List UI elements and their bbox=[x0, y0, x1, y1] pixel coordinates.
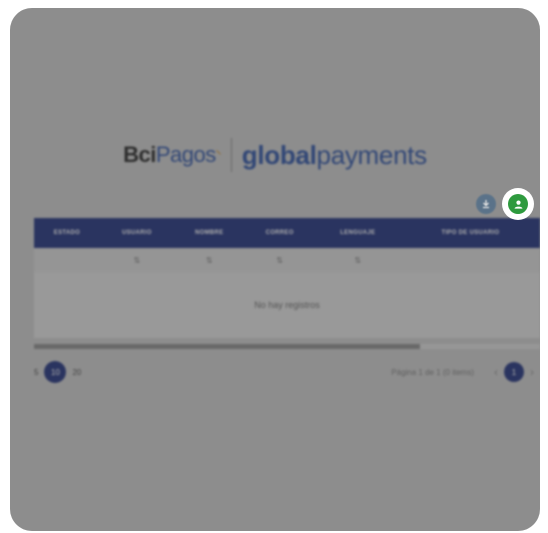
column-header-lenguaje[interactable]: LENGUAJE bbox=[315, 218, 401, 248]
column-header-correo[interactable]: CORREO bbox=[245, 218, 315, 248]
table-actions bbox=[476, 188, 534, 220]
empty-row: No hay registros bbox=[34, 272, 540, 338]
next-page-button[interactable]: › bbox=[530, 365, 534, 379]
column-header-nombre[interactable]: NOMBRE bbox=[174, 218, 245, 248]
page-size-20[interactable]: 20 bbox=[72, 368, 81, 377]
filter-cell[interactable] bbox=[34, 248, 100, 272]
highlight-spot bbox=[502, 188, 534, 220]
brand-logos: BciPagos⸜ globalpayments bbox=[10, 138, 540, 172]
prev-page-button[interactable]: ‹ bbox=[494, 365, 498, 379]
logo-divider bbox=[230, 138, 232, 172]
add-user-button[interactable] bbox=[508, 194, 528, 214]
app-view: BciPagos⸜ globalpayments ESTADO USUARIO … bbox=[10, 8, 540, 531]
column-header-tipo-usuario[interactable]: TIPO DE USUARIO bbox=[401, 218, 540, 248]
empty-message: No hay registros bbox=[34, 272, 540, 338]
download-icon bbox=[483, 200, 489, 209]
page-size-5[interactable]: 5 bbox=[34, 368, 38, 377]
column-header-usuario[interactable]: USUARIO bbox=[100, 218, 174, 248]
table-header-row: ESTADO USUARIO NOMBRE CORREO LENGUAJE TI… bbox=[34, 218, 540, 248]
page-size-10[interactable]: 10 bbox=[44, 361, 67, 383]
filter-cell[interactable]: ⇅ bbox=[244, 248, 315, 272]
filter-cell[interactable]: ⇅ bbox=[173, 248, 245, 272]
scrollbar-thumb[interactable] bbox=[34, 344, 420, 349]
pager: 5 10 20 Página 1 de 1 (0 items) ‹ 1 › bbox=[34, 360, 540, 384]
page-number-button[interactable]: 1 bbox=[504, 362, 524, 382]
horizontal-scrollbar[interactable] bbox=[34, 344, 540, 349]
users-table: ESTADO USUARIO NOMBRE CORREO LENGUAJE TI… bbox=[34, 218, 540, 338]
filter-cell[interactable]: ⇅ bbox=[314, 248, 401, 272]
filter-cell[interactable]: ⇅ bbox=[99, 248, 174, 272]
bci-pagos-logo: BciPagos⸜ bbox=[123, 142, 221, 167]
screenshot-frame: BciPagos⸜ globalpayments ESTADO USUARIO … bbox=[10, 8, 540, 531]
column-header-estado[interactable]: ESTADO bbox=[34, 218, 100, 248]
page-info: Página 1 de 1 (0 items) bbox=[391, 367, 474, 377]
global-payments-logo: globalpayments bbox=[241, 139, 427, 170]
filter-cell[interactable] bbox=[400, 248, 540, 272]
download-button[interactable] bbox=[476, 194, 496, 214]
filter-row: ⇅ ⇅ ⇅ ⇅ bbox=[34, 248, 540, 272]
add-user-icon bbox=[514, 200, 522, 209]
